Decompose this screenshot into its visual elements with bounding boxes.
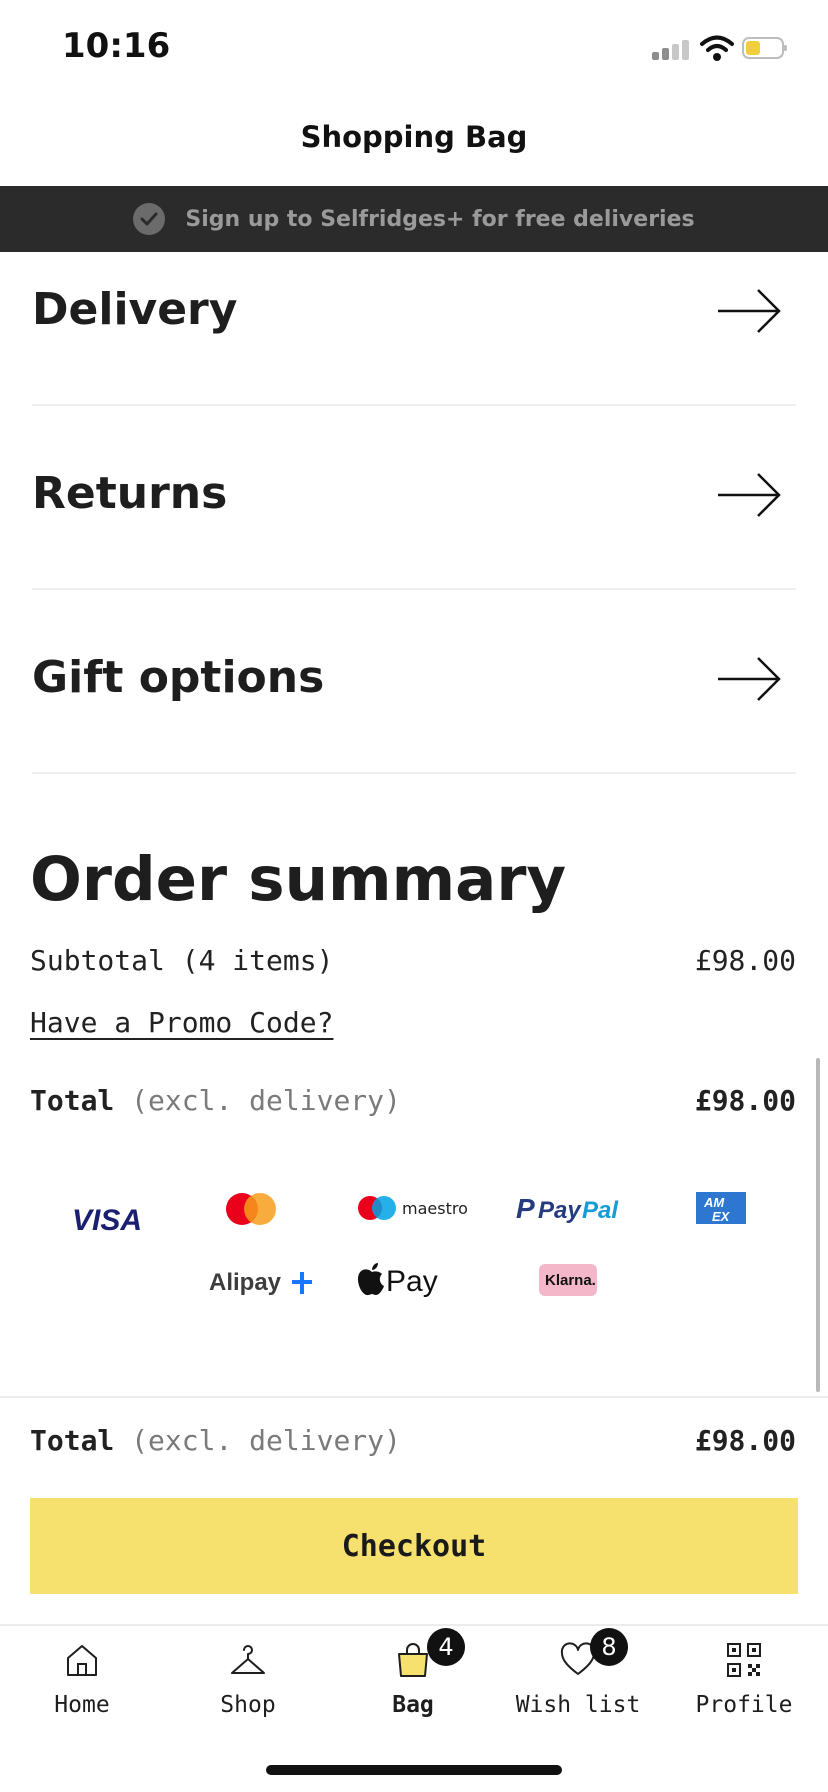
arrow-right-icon <box>718 289 781 333</box>
summary-total-value: £98.00 <box>694 1084 796 1117</box>
delivery-row[interactable]: Delivery <box>32 220 796 406</box>
footer-total-note: (excl. delivery) <box>131 1424 401 1457</box>
tab-bag[interactable]: 4 Bag <box>338 1628 488 1750</box>
summary-total-label: Total <box>30 1084 115 1117</box>
footer-total-value: £98.00 <box>694 1424 796 1457</box>
tab-profile[interactable]: Profile <box>669 1640 819 1750</box>
checkout-button[interactable]: Checkout <box>30 1498 798 1594</box>
divider <box>0 1396 828 1398</box>
returns-row[interactable]: Returns <box>32 404 796 590</box>
bag-count-badge: 4 <box>427 1628 465 1666</box>
svg-text:AM: AM <box>703 1195 725 1210</box>
apple-pay-logo: Pay <box>358 1263 438 1298</box>
home-indicator[interactable] <box>266 1765 562 1775</box>
tab-shop[interactable]: Shop <box>173 1640 323 1750</box>
svg-text:Klarna.: Klarna. <box>545 1272 596 1289</box>
svg-text:Pay: Pay <box>538 1197 582 1224</box>
page-title: Shopping Bag <box>300 120 528 154</box>
svg-text:Pay: Pay <box>386 1265 438 1298</box>
svg-text:EX: EX <box>712 1209 731 1224</box>
klarna-logo: Klarna. <box>539 1264 597 1296</box>
subtotal-label: Subtotal (4 items) <box>30 944 334 977</box>
gift-options-label: Gift options <box>32 652 325 703</box>
footer-total: Total (excl. delivery) <box>30 1424 401 1457</box>
home-icon <box>67 1645 97 1676</box>
signal-icon <box>652 40 689 60</box>
maestro-logo: maestro <box>358 1196 468 1220</box>
tab-profile-label: Profile <box>695 1692 793 1718</box>
wifi-icon <box>700 35 734 61</box>
wishlist-count-badge: 8 <box>590 1628 628 1666</box>
order-summary-title: Order summary <box>30 844 567 915</box>
divider <box>0 1624 828 1626</box>
summary-total: Total (excl. delivery) <box>30 1084 401 1117</box>
status-time: 10:16 <box>62 26 171 66</box>
tab-shop-label: Shop <box>220 1692 276 1718</box>
tab-wish-list[interactable]: 8 Wish list <box>503 1628 653 1750</box>
hanger-icon <box>231 1645 265 1674</box>
promo-code-link[interactable]: Have a Promo Code? <box>30 1006 333 1039</box>
svg-text:maestro: maestro <box>402 1199 468 1218</box>
delivery-label: Delivery <box>32 284 238 335</box>
visa-logo: VISA <box>72 1204 142 1237</box>
payment-methods: VISA maestro P Pay Pal AM EX Alipay Pay … <box>36 1180 796 1324</box>
alipay-logo: Alipay <box>209 1269 312 1296</box>
gift-options-row[interactable]: Gift options <box>32 588 796 774</box>
summary-total-note: (excl. delivery) <box>131 1084 401 1117</box>
returns-label: Returns <box>32 468 228 519</box>
paypal-logo: P Pay Pal <box>516 1193 619 1224</box>
svg-text:Alipay: Alipay <box>209 1269 282 1296</box>
amex-logo: AM EX <box>696 1192 746 1224</box>
qr-code-icon <box>727 1643 761 1677</box>
scrollbar[interactable] <box>816 1058 820 1392</box>
tab-bag-label: Bag <box>392 1692 434 1718</box>
subtotal-value: £98.00 <box>694 944 796 977</box>
tab-home[interactable]: Home <box>7 1640 157 1750</box>
arrow-right-icon <box>718 473 781 517</box>
battery-icon <box>742 37 787 59</box>
tab-home-label: Home <box>54 1692 110 1718</box>
footer-total-label: Total <box>30 1424 115 1457</box>
tab-wish-list-label: Wish list <box>515 1692 641 1718</box>
svg-text:P: P <box>516 1193 535 1224</box>
mastercard-logo <box>226 1193 276 1225</box>
svg-text:Pal: Pal <box>582 1197 619 1224</box>
arrow-right-icon <box>718 657 781 701</box>
